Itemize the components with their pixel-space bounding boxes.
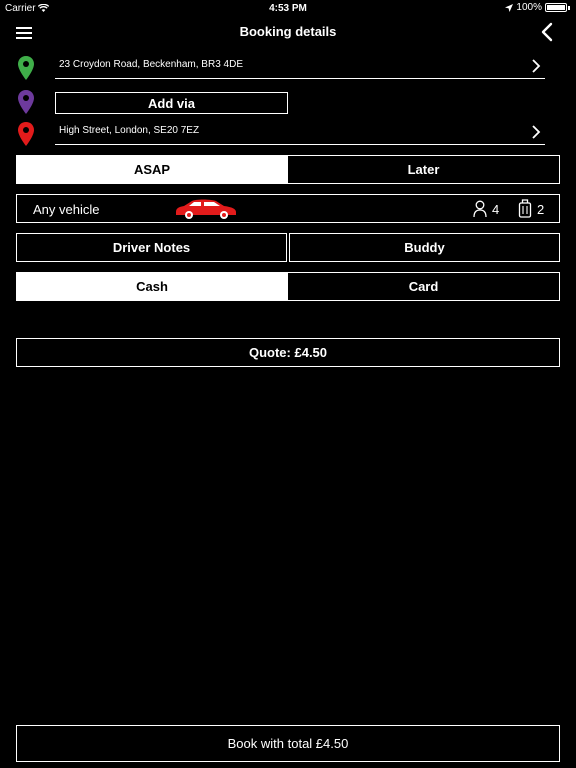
chevron-right-icon: [532, 125, 541, 139]
passenger-count: 4: [492, 202, 500, 217]
add-via-button[interactable]: Add via: [55, 92, 288, 114]
asap-tab[interactable]: ASAP: [16, 155, 288, 184]
chevron-right-icon: [532, 59, 541, 73]
dropoff-address: High Street, London, SE20 7EZ: [59, 125, 200, 136]
pickup-address-field[interactable]: 23 Croydon Road, Beckenham, BR3 4DE: [55, 56, 545, 79]
chevron-left-icon: [541, 22, 553, 42]
pickup-pin-icon: [16, 55, 36, 81]
status-bar: Carrier 4:53 PM 100%: [0, 0, 576, 16]
luggage-icon: [518, 199, 532, 218]
dropoff-address-field[interactable]: High Street, London, SE20 7EZ: [55, 122, 545, 145]
card-tab[interactable]: Card: [287, 272, 560, 301]
later-tab[interactable]: Later: [287, 155, 560, 184]
via-pin-icon: [16, 89, 36, 115]
status-time: 4:53 PM: [269, 3, 307, 14]
driver-notes-button[interactable]: Driver Notes: [16, 233, 287, 262]
buddy-button[interactable]: Buddy: [289, 233, 560, 262]
quote-display: Quote: £4.50: [16, 338, 560, 367]
status-right: 100%: [505, 2, 570, 13]
vehicle-selector[interactable]: Any vehicle 4 2: [16, 194, 560, 223]
passenger-icon: [473, 200, 487, 218]
battery-cap: [568, 5, 570, 10]
cash-tab[interactable]: Cash: [16, 272, 288, 301]
battery-percent: 100%: [516, 2, 542, 13]
vehicle-label: Any vehicle: [33, 202, 100, 217]
book-button[interactable]: Book with total £4.50: [16, 725, 560, 762]
luggage-count: 2: [537, 202, 545, 217]
back-button[interactable]: [540, 22, 556, 42]
dropoff-pin-icon: [16, 121, 36, 147]
location-arrow-icon: [505, 3, 514, 12]
page-title: Booking details: [239, 24, 337, 39]
pickup-address: 23 Croydon Road, Beckenham, BR3 4DE: [59, 59, 243, 70]
car-icon: [176, 199, 236, 219]
battery-icon: [545, 3, 567, 12]
